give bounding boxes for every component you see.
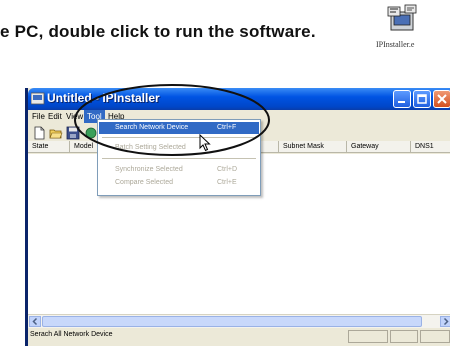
- window-title: Untitled - IPInstaller: [47, 91, 160, 105]
- arrow-right-icon: [443, 317, 449, 326]
- column-header-dns1[interactable]: DNS1: [411, 141, 450, 153]
- minimize-button[interactable]: [393, 90, 411, 108]
- menu-item-batch-setting-selected[interactable]: Batch Setting Selected: [99, 142, 259, 154]
- arrow-left-icon: [32, 317, 38, 326]
- menu-separator: [102, 158, 256, 159]
- mouse-cursor-icon: [199, 134, 211, 152]
- menu-item-label: Batch Setting Selected: [115, 144, 186, 151]
- menu-edit[interactable]: Edit: [46, 112, 64, 121]
- scroll-right-button[interactable]: [440, 316, 450, 327]
- maximize-button[interactable]: [413, 90, 431, 108]
- menu-view[interactable]: View: [64, 112, 85, 121]
- installer-icon-label: IPInstaller.e: [376, 40, 415, 49]
- save-icon[interactable]: [66, 126, 80, 140]
- menu-item-label: Synchronize Selected: [115, 166, 183, 173]
- column-header-gateway[interactable]: Gateway: [347, 141, 411, 153]
- column-header-subnet-mask[interactable]: Subnet Mask: [279, 141, 347, 153]
- column-header-state[interactable]: State: [28, 141, 70, 153]
- menu-item-shortcut: Ctrl+E: [217, 179, 237, 186]
- close-icon: [437, 94, 447, 104]
- menu-item-label: Search Network Device: [115, 124, 189, 131]
- scroll-left-button[interactable]: [29, 316, 41, 327]
- close-button[interactable]: [433, 90, 450, 108]
- maximize-icon: [417, 94, 427, 104]
- status-panel: [420, 330, 450, 343]
- menu-item-compare-selected[interactable]: Compare Selected Ctrl+E: [99, 177, 259, 189]
- minimize-icon: [398, 101, 405, 103]
- new-file-icon[interactable]: [32, 126, 46, 140]
- menu-item-shortcut: Ctrl+F: [217, 124, 237, 131]
- instruction-text: e PC, double click to run the software.: [0, 22, 316, 41]
- scroll-thumb[interactable]: [42, 316, 422, 327]
- open-folder-icon[interactable]: [49, 126, 63, 140]
- menu-item-synchronize-selected[interactable]: Synchronize Selected Ctrl+D: [99, 164, 259, 176]
- menu-file[interactable]: File: [30, 112, 47, 121]
- horizontal-scrollbar[interactable]: [28, 314, 450, 328]
- app-icon: [31, 92, 45, 105]
- column-header-model[interactable]: Model: [70, 141, 100, 153]
- title-bar[interactable]: Untitled - IPInstaller: [28, 88, 450, 110]
- status-bar: Serach All Network Device: [28, 328, 450, 346]
- menu-separator: [102, 137, 256, 138]
- menu-item-shortcut: Ctrl+D: [217, 166, 238, 173]
- status-panel: [348, 330, 388, 343]
- status-text: Serach All Network Device: [30, 331, 113, 338]
- tool-menu-dropdown: Search Network Device Ctrl+F Batch Setti…: [97, 119, 261, 196]
- menu-item-search-network-device[interactable]: Search Network Device Ctrl+F: [99, 122, 259, 134]
- installer-icon[interactable]: [385, 4, 419, 34]
- menu-item-label: Compare Selected: [115, 179, 173, 186]
- status-panel: [390, 330, 418, 343]
- network-icon[interactable]: [84, 126, 98, 140]
